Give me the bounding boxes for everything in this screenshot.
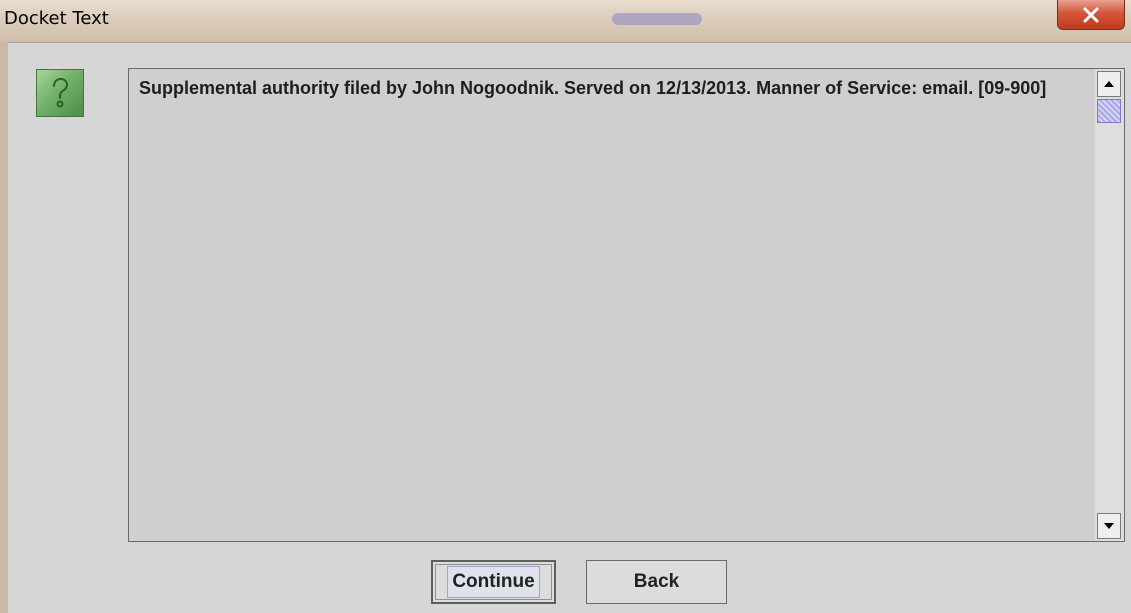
- close-icon: [1083, 7, 1099, 22]
- window-title: Docket Text: [4, 8, 109, 29]
- continue-button-label: Continue: [447, 566, 540, 598]
- arrow-up-icon: [1104, 81, 1114, 87]
- docket-text-area[interactable]: Supplemental authority filed by John Nog…: [128, 68, 1096, 542]
- scroll-thumb[interactable]: [1097, 99, 1121, 123]
- close-button[interactable]: [1057, 0, 1125, 30]
- title-bar: Docket Text: [0, 0, 1131, 43]
- scroll-up-button[interactable]: [1097, 71, 1121, 97]
- blurred-title-segment: [612, 13, 702, 25]
- question-mark-icon: [36, 69, 84, 117]
- back-button-label: Back: [633, 571, 680, 592]
- arrow-down-icon: [1104, 523, 1114, 529]
- back-button[interactable]: Back: [586, 560, 727, 604]
- scroll-down-button[interactable]: [1097, 513, 1121, 539]
- docket-text-content: Supplemental authority filed by John Nog…: [139, 78, 1047, 98]
- vertical-scrollbar[interactable]: [1095, 68, 1125, 542]
- continue-button[interactable]: Continue: [431, 560, 556, 604]
